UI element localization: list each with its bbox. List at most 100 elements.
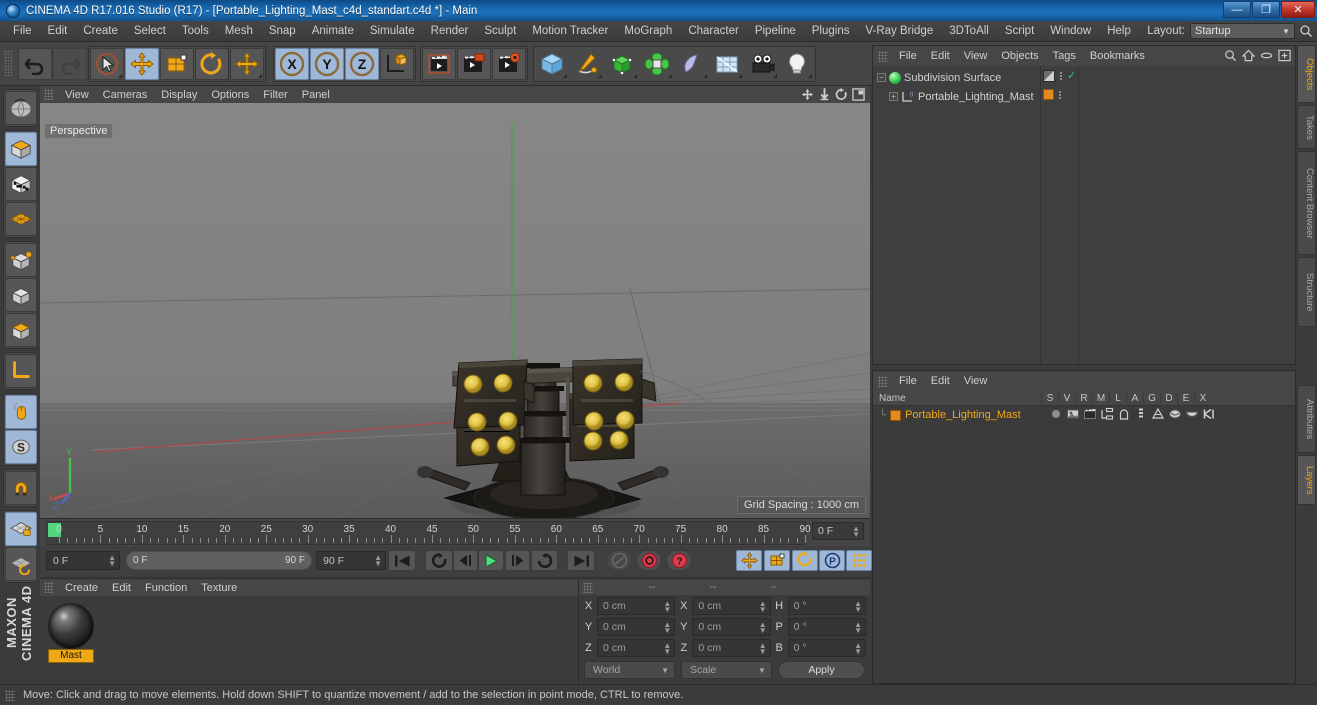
menu-mograph[interactable]: MoGraph [616,23,680,39]
coord-input-pos-x[interactable]: 0 cm ▲ ▼ [597,597,676,615]
record-active-objects-button[interactable] [606,550,632,571]
position-key-button[interactable] [736,550,762,571]
coord-input-pos-z[interactable]: 0 cm ▲ ▼ [597,639,676,657]
animation-toggle-icon[interactable] [1134,407,1148,421]
undo-button[interactable] [18,48,52,80]
menu-animate[interactable]: Animate [304,23,362,39]
texture-mode-icon[interactable] [5,167,37,201]
parameter-key-button[interactable]: P [819,550,845,571]
timeline-frame-field[interactable]: 0 F ▲ ▼ [812,522,864,540]
menu-script[interactable]: Script [997,23,1042,39]
object-manager-empty-area[interactable] [1079,66,1295,364]
display-tag-icon[interactable] [1043,69,1055,82]
magnet-tool-icon[interactable] [5,471,37,505]
material-menu-texture[interactable]: Texture [194,581,244,595]
menu-create[interactable]: Create [75,23,126,39]
manager-toggle-icon[interactable] [1100,407,1114,421]
lock-toggle-icon[interactable] [1117,407,1131,421]
menu-character[interactable]: Character [680,23,747,39]
object-menu-edit[interactable]: Edit [924,49,957,63]
viewport-menu-filter[interactable]: Filter [256,88,294,102]
render-view-button[interactable] [422,48,456,80]
world-object-axis-button[interactable] [380,48,414,80]
object-menu-view[interactable]: View [957,49,995,63]
layer-menu-edit[interactable]: Edit [924,374,957,388]
viewport-grip[interactable] [44,89,54,100]
menu-mesh[interactable]: Mesh [217,23,261,39]
layer-manager-grip[interactable] [878,375,888,387]
edge-tab-structure[interactable]: Structure [1297,257,1316,327]
coordinate-manager-grip[interactable] [583,581,593,593]
viewport-menu-view[interactable]: View [58,88,96,102]
object-manager-grip[interactable] [878,50,888,62]
material-manager-grip[interactable] [44,582,54,593]
minimize-button[interactable]: — [1223,1,1251,18]
render-region-button[interactable] [457,48,491,80]
viewport-menu-panel[interactable]: Panel [295,88,337,102]
material-item[interactable]: Mast [48,603,94,663]
menu-simulate[interactable]: Simulate [362,23,423,39]
axis-modify-icon[interactable] [5,354,37,388]
menu-snap[interactable]: Snap [261,23,304,39]
points-mode-icon[interactable] [5,243,37,277]
play-forward-button[interactable] [478,550,504,571]
object-mode-icon[interactable] [5,132,37,166]
solo-toggle-icon[interactable] [1049,407,1063,421]
spinner-icon[interactable]: ▲ ▼ [854,642,862,656]
polygons-mode-icon[interactable] [5,313,37,347]
apply-button[interactable]: Apply [777,661,865,679]
layer-color-swatch[interactable] [890,409,902,421]
object-row-subdivision-surface[interactable]: − Subdivision Surface [873,68,1040,87]
layer-menu-file[interactable]: File [892,374,924,388]
move-tool-button[interactable] [125,48,159,80]
spinner-icon[interactable]: ▲ ▼ [663,642,671,656]
material-preview-sphere[interactable] [48,603,94,649]
spinner-icon[interactable]: ▲ ▼ [663,600,671,614]
add-cube-button[interactable] [535,48,569,80]
edge-tab-content-browser[interactable]: Content Browser [1297,151,1316,255]
close-button[interactable]: ✕ [1281,1,1315,18]
viewport-menu-options[interactable]: Options [204,88,256,102]
menu-select[interactable]: Select [126,23,174,39]
expand-icon[interactable]: − [877,73,886,82]
menu-help[interactable]: Help [1099,23,1139,39]
status-bar-grip[interactable] [5,689,15,701]
coord-input-size-z[interactable]: 0 cm ▲ ▼ [692,639,771,657]
material-menu-edit[interactable]: Edit [105,581,138,595]
workplane-grid-icon[interactable] [5,202,37,236]
xpresso-toggle-icon[interactable] [1202,407,1216,421]
coord-input-pos-y[interactable]: 0 cm ▲ ▼ [597,618,676,636]
step-back-button[interactable] [453,550,478,571]
coord-input-size-y[interactable]: 0 cm ▲ ▼ [692,618,771,636]
edge-tab-attributes[interactable]: Attributes [1297,385,1316,453]
menu-tools[interactable]: Tools [174,23,217,39]
scale-tool-button[interactable] [160,48,194,80]
spinner-icon[interactable]: ▲ ▼ [759,642,767,656]
edge-tab-takes[interactable]: Takes [1297,105,1316,149]
add-icon[interactable] [1278,49,1291,62]
visible-toggle-icon[interactable] [1066,407,1080,421]
search-icon[interactable] [1224,49,1237,62]
live-selection-button[interactable] [90,48,124,80]
menu-render[interactable]: Render [423,23,477,39]
menu-plugins[interactable]: Plugins [804,23,858,39]
edge-tab-layers[interactable]: Layers [1297,455,1316,505]
add-deformer-button[interactable] [640,48,674,80]
go-to-start-button[interactable] [388,550,416,571]
axis-x-button[interactable]: X [275,48,309,80]
spinner-icon[interactable]: ▲ ▼ [108,554,116,568]
add-spline-button[interactable] [570,48,604,80]
play-reverse-loop-button[interactable] [425,550,453,571]
move-axis-button[interactable] [230,48,264,80]
expression-toggle-icon[interactable] [1185,407,1199,421]
undo-view-icon[interactable] [5,91,37,125]
coord-input-rot-p[interactable]: 0 ° ▲ ▼ [787,618,866,636]
loop-playback-button[interactable] [531,550,558,571]
spinner-icon[interactable]: ▲ ▼ [852,525,860,539]
keyframe-selection-button[interactable]: ? [666,550,692,571]
max-frame-input[interactable]: 90 F ▲ ▼ [316,551,386,570]
lock-workplane-icon[interactable] [5,512,37,546]
current-frame-input[interactable]: 0 F ▲ ▼ [46,551,120,570]
object-menu-tags[interactable]: Tags [1046,49,1083,63]
spinner-icon[interactable]: ▲ ▼ [759,600,767,614]
